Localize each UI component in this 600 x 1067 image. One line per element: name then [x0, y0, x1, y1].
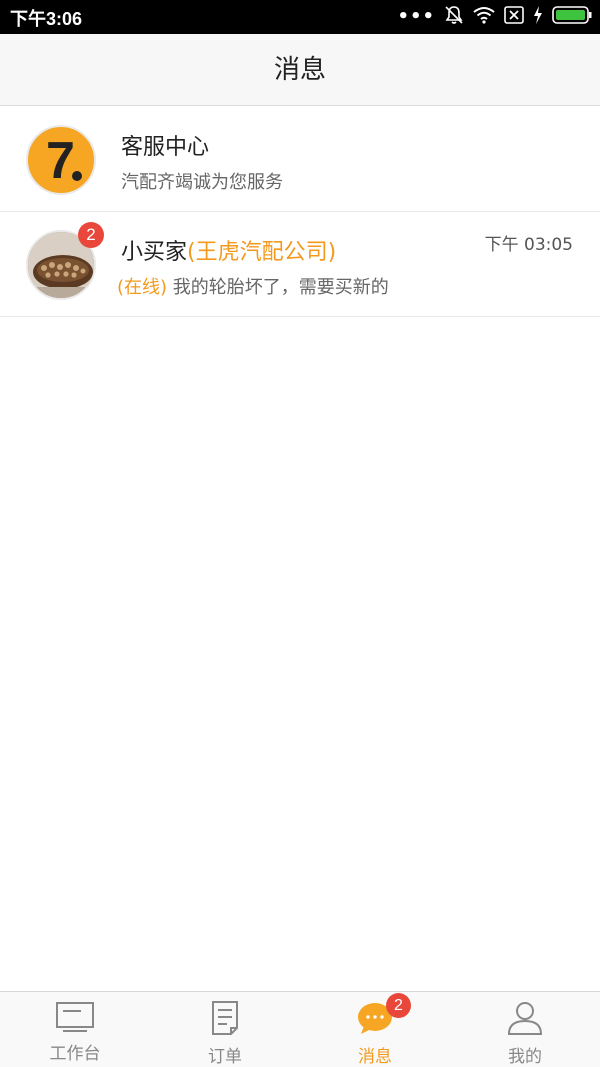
- service-logo-icon: 7: [26, 125, 96, 195]
- status-time: 下午3:06: [10, 9, 83, 29]
- conversation-item-service-center[interactable]: 7 客服中心 汽配齐竭诚为您服务: [0, 107, 600, 212]
- more-icon: •••: [397, 6, 435, 27]
- buyer-company: (王虎汽配公司): [187, 240, 337, 265]
- last-message: 我的轮胎坏了，需要买新的: [172, 277, 389, 298]
- conversation-preview: 汽配齐竭诚为您服务: [121, 172, 283, 193]
- buyer-name: 小买家: [121, 240, 188, 265]
- person-icon: [505, 1000, 545, 1036]
- conversation-name: 客服中心: [121, 135, 210, 160]
- tab-orders[interactable]: 订单: [150, 992, 300, 1067]
- header: 消息: [0, 34, 600, 106]
- conversation-name: 小买家(王虎汽配公司): [121, 234, 336, 266]
- page-title: 消息: [273, 55, 326, 85]
- tab-mine[interactable]: 我的: [450, 992, 600, 1067]
- tab-label: 订单: [208, 1047, 242, 1067]
- bottom-tab-bar: 工作台 订单 2 消息 我的: [0, 991, 600, 1067]
- tab-workbench[interactable]: 工作台: [0, 992, 150, 1067]
- bell-muted-icon: [444, 5, 464, 29]
- conversation-time: 下午 03:05: [484, 235, 573, 255]
- tab-messages[interactable]: 2 消息: [300, 992, 450, 1067]
- tab-label: 消息: [358, 1047, 392, 1067]
- tab-badge: 2: [386, 993, 411, 1018]
- online-status: (在线): [117, 277, 168, 298]
- document-icon: [205, 1000, 245, 1036]
- battery-icon: [552, 6, 592, 28]
- tab-label: 我的: [508, 1047, 542, 1067]
- conversation-item-buyer[interactable]: 2 小买家(王虎汽配公司) 下午 03:05 (在线) 我的轮胎坏了，需要买新的: [0, 212, 600, 317]
- charging-icon: [533, 6, 543, 28]
- tab-label: 工作台: [49, 1044, 101, 1064]
- conversation-preview: (在线) 我的轮胎坏了，需要买新的: [117, 273, 389, 299]
- no-sim-icon: [504, 6, 524, 28]
- status-icons: •••: [397, 6, 592, 28]
- wifi-icon: [473, 6, 495, 28]
- unread-badge: 2: [78, 222, 104, 248]
- status-bar: 下午3:06 •••: [0, 0, 600, 34]
- monitor-icon: [55, 1000, 95, 1036]
